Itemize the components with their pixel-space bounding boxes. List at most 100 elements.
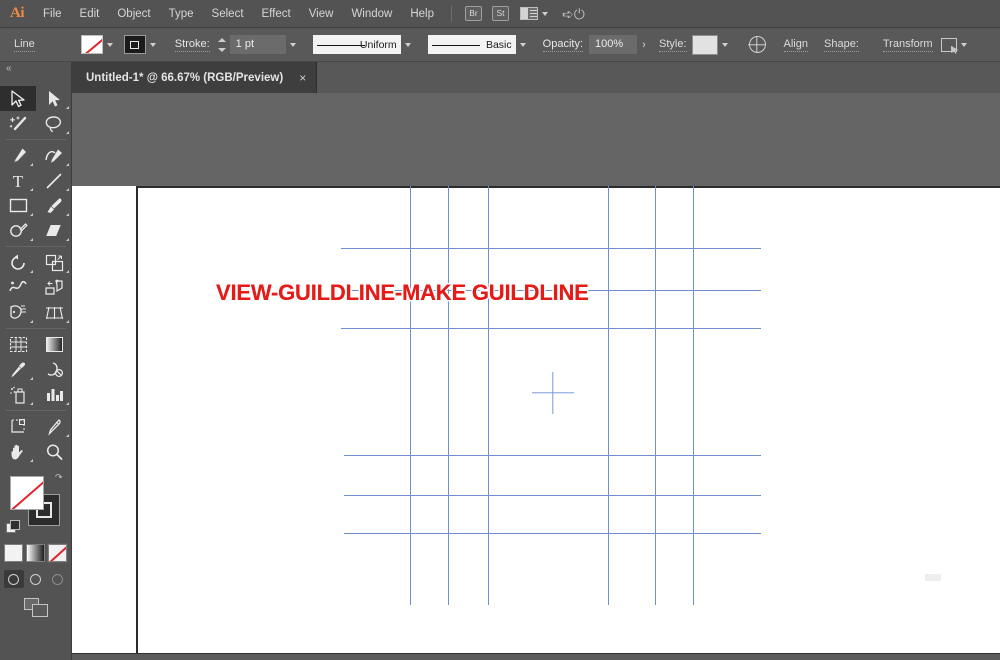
transform-button[interactable]: Transform <box>883 38 933 52</box>
shape-builder-tool[interactable] <box>0 300 36 325</box>
column-graph-tool[interactable] <box>36 382 72 407</box>
opacity-options-button[interactable]: › <box>637 35 651 54</box>
perspective-grid-tool[interactable] <box>36 300 72 325</box>
menu-item-select[interactable]: Select <box>203 0 253 28</box>
draw-behind-mode[interactable] <box>26 570 46 588</box>
tools-divider <box>6 139 66 140</box>
shape-label: Shape: <box>824 38 859 52</box>
magic-wand-tool[interactable] <box>0 111 36 136</box>
tool-flyout-indicator <box>66 188 69 191</box>
bridge-badge[interactable]: Br <box>465 6 482 21</box>
width-tool[interactable] <box>0 275 36 300</box>
artwork-text-fill: VIEW-GUILDLINE-MAKE GUILDLINE <box>216 280 589 306</box>
color-mode-gradient[interactable] <box>26 544 45 562</box>
rotate-tool[interactable] <box>0 250 36 275</box>
menu-item-edit[interactable]: Edit <box>71 0 109 28</box>
color-mode-solid[interactable] <box>4 544 23 562</box>
curvature-tool[interactable] <box>36 143 72 168</box>
gradient-tool[interactable] <box>36 332 72 357</box>
horizontal-guide[interactable] <box>344 455 761 456</box>
stroke-label: Stroke: <box>175 38 210 52</box>
fill-chevron-down-icon[interactable] <box>103 35 118 54</box>
lasso-tool[interactable] <box>36 111 72 136</box>
brush-chevron-down-icon[interactable] <box>516 35 531 54</box>
close-icon[interactable]: × <box>299 72 306 84</box>
free-transform-tool[interactable] <box>36 275 72 300</box>
tools-panel: « <box>0 62 72 660</box>
draw-normal-mode[interactable] <box>4 570 24 588</box>
line-segment-tool[interactable] <box>36 168 72 193</box>
opacity-input[interactable]: 100% <box>589 35 637 54</box>
zoom-tool[interactable] <box>36 439 72 464</box>
blend-tool[interactable] <box>36 357 72 382</box>
variable-width-profile-select[interactable]: Uniform <box>313 35 401 54</box>
menu-item-help[interactable]: Help <box>401 0 443 28</box>
menu-divider <box>451 6 452 22</box>
stroke-color-swatch[interactable] <box>124 35 146 54</box>
draw-mode-row <box>0 570 71 588</box>
artboard-tool[interactable] <box>0 414 36 439</box>
rectangle-tool[interactable] <box>0 193 36 218</box>
menu-item-view[interactable]: View <box>300 0 343 28</box>
color-mode-none[interactable] <box>48 544 67 562</box>
horizontal-guide[interactable] <box>344 533 761 534</box>
stroke-weight-stepper[interactable] <box>218 36 227 54</box>
brush-definition-select[interactable]: Basic <box>428 35 516 54</box>
mesh-tool[interactable] <box>0 332 36 357</box>
draw-inside-mode[interactable] <box>48 570 68 588</box>
tool-flyout-indicator <box>66 270 69 273</box>
fill-color-swatch[interactable] <box>81 35 103 54</box>
menu-item-window[interactable]: Window <box>342 0 401 28</box>
menu-bar: Ai File Edit Object Type Select Effect V… <box>0 0 1000 28</box>
control-bar: Line Stroke: 1 pt Uniform Basic Opacity:… <box>0 28 1000 62</box>
menu-item-object[interactable]: Object <box>108 0 159 28</box>
change-screen-mode-icon[interactable] <box>24 598 48 616</box>
variable-width-chevron-down-icon[interactable] <box>401 35 416 54</box>
swap-fill-stroke-icon[interactable]: ↷ <box>55 472 66 483</box>
eyedropper-tool[interactable] <box>0 357 36 382</box>
slice-tool[interactable] <box>36 414 72 439</box>
type-tool[interactable]: T <box>0 168 36 193</box>
stock-badge[interactable]: St <box>492 6 509 21</box>
tools-panel-grabber[interactable] <box>0 76 71 84</box>
collapse-panel-icon[interactable]: « <box>0 62 71 76</box>
paintbrush-tool[interactable] <box>36 193 72 218</box>
eraser-tool[interactable] <box>36 218 72 243</box>
chevron-down-icon[interactable] <box>542 12 548 16</box>
symbol-sprayer-tool[interactable] <box>0 382 36 407</box>
color-mode-row <box>0 544 71 562</box>
transform-chevron-down-icon[interactable] <box>957 35 972 54</box>
menu-item-file[interactable]: File <box>34 0 71 28</box>
selection-tool[interactable] <box>0 86 36 111</box>
stroke-weight-chevron-down-icon[interactable] <box>286 35 301 54</box>
recolor-artwork-icon[interactable] <box>749 36 766 53</box>
pen-tool[interactable] <box>0 143 36 168</box>
graphic-style-swatch[interactable] <box>692 35 718 55</box>
fill-proxy[interactable] <box>10 476 44 510</box>
tools-divider <box>6 328 66 329</box>
artwork-text[interactable]: VIEW-GUILDLINE-MAKE GUILDLINE VIEW-GUILD… <box>216 280 589 306</box>
tool-flyout-indicator <box>30 213 33 216</box>
artboard[interactable] <box>136 186 1000 653</box>
default-fill-stroke-icon[interactable] <box>6 520 18 532</box>
document-tab[interactable]: Untitled-1* @ 66.67% (RGB/Preview) × <box>72 62 317 93</box>
sync-settings-icon[interactable]: ➪⏻ <box>562 7 585 21</box>
shaper-tool[interactable] <box>0 218 36 243</box>
style-chevron-down-icon[interactable] <box>718 35 733 54</box>
crosshair-cursor <box>532 372 574 414</box>
tool-flyout-indicator <box>66 106 69 109</box>
horizontal-guide[interactable] <box>341 248 761 249</box>
direct-selection-tool[interactable] <box>36 86 72 111</box>
tool-flyout-indicator <box>66 320 69 323</box>
arrange-documents-icon[interactable] <box>520 7 538 20</box>
horizontal-guide[interactable] <box>341 328 761 329</box>
align-button[interactable]: Align <box>784 38 808 52</box>
scale-tool[interactable] <box>36 250 72 275</box>
hand-tool[interactable] <box>0 439 36 464</box>
horizontal-guide[interactable] <box>344 495 761 496</box>
stroke-chevron-down-icon[interactable] <box>146 35 161 54</box>
menu-item-effect[interactable]: Effect <box>253 0 300 28</box>
stroke-weight-input[interactable]: 1 pt <box>230 35 286 54</box>
transform-handles-icon[interactable] <box>941 38 957 52</box>
menu-item-type[interactable]: Type <box>160 0 203 28</box>
